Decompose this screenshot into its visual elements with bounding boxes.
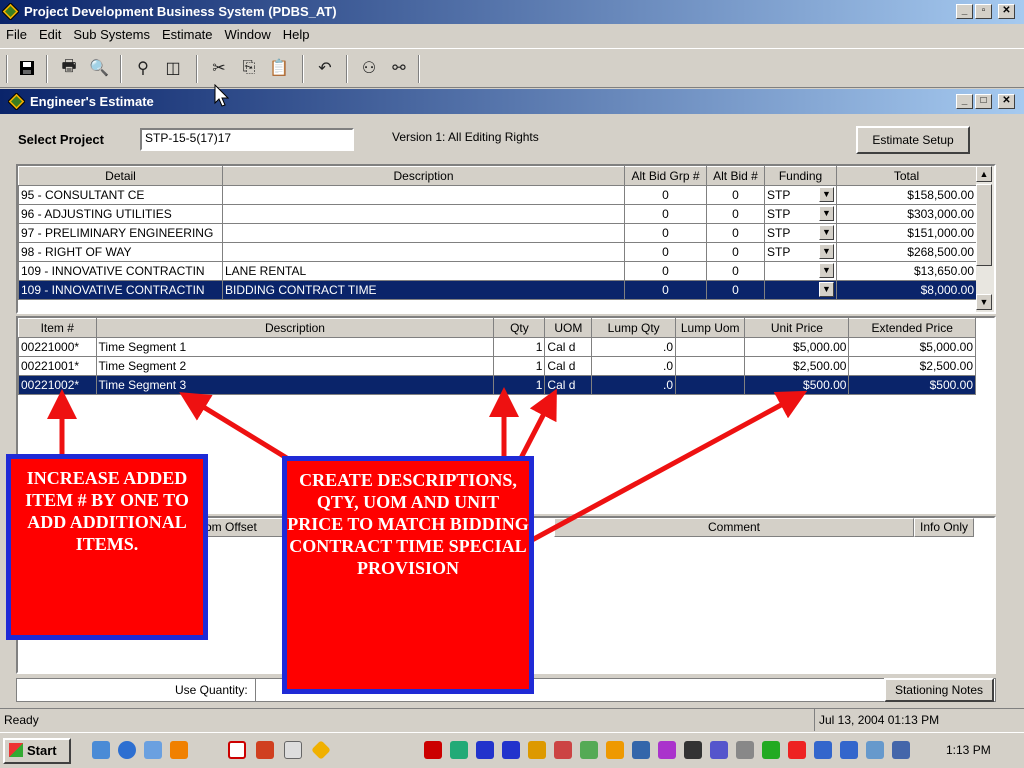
callout-create-descriptions: CREATE DESCRIPTIONS, QTY, UOM AND UNIT P… — [282, 456, 534, 694]
tray-app9-icon[interactable] — [788, 741, 806, 759]
arrow-unit-price — [530, 390, 808, 543]
tray-shield2-icon[interactable] — [502, 741, 520, 759]
tray-gear-icon[interactable] — [528, 741, 546, 759]
start-label: Start — [27, 743, 57, 758]
tray-app12-icon[interactable] — [866, 741, 884, 759]
tray-app7-icon[interactable] — [736, 741, 754, 759]
tray-app2-icon[interactable] — [606, 741, 624, 759]
quicklaunch-desktop-icon[interactable] — [92, 741, 110, 759]
tray-app10-icon[interactable] — [814, 741, 832, 759]
tray-app4-icon[interactable] — [658, 741, 676, 759]
task-powerpoint-icon[interactable] — [256, 741, 274, 759]
arrow-description — [179, 392, 292, 463]
taskbar-clock: 1:13 PM — [946, 743, 991, 757]
windows-logo-icon — [9, 743, 23, 757]
task-pdbs-icon[interactable] — [311, 740, 331, 760]
tray-app8-icon[interactable] — [762, 741, 780, 759]
quicklaunch-media-icon[interactable] — [170, 741, 188, 759]
tray-app6-icon[interactable] — [710, 741, 728, 759]
tray-network-icon[interactable] — [450, 741, 468, 759]
tray-app11-icon[interactable] — [840, 741, 858, 759]
task-grid-icon[interactable] — [228, 741, 246, 759]
quicklaunch-ie-icon[interactable] — [118, 741, 136, 759]
callout-center-text: CREATE DESCRIPTIONS, QTY, UOM AND UNIT P… — [287, 470, 529, 578]
tray-app-icon[interactable] — [580, 741, 598, 759]
callout-increase-item: INCREASE ADDED ITEM # BY ONE TO ADD ADDI… — [6, 454, 208, 640]
quicklaunch-outlook-icon[interactable] — [144, 741, 162, 759]
tray-shield-icon[interactable] — [476, 741, 494, 759]
status-bar: Ready Jul 13, 2004 01:13 PM — [0, 708, 1024, 731]
status-text: Ready — [4, 713, 39, 727]
taskbar: Start 1:13 PM — [0, 732, 1024, 768]
callout-left-text: INCREASE ADDED ITEM # BY ONE TO ADD ADDI… — [25, 468, 189, 554]
task-document-icon[interactable] — [284, 741, 302, 759]
tray-app3-icon[interactable] — [632, 741, 650, 759]
tray-norton-icon[interactable] — [424, 741, 442, 759]
status-datetime: Jul 13, 2004 01:13 PM — [814, 709, 939, 731]
arrow-uom — [517, 388, 557, 462]
tray-app13-icon[interactable] — [892, 741, 910, 759]
tray-app5-icon[interactable] — [684, 741, 702, 759]
start-button[interactable]: Start — [3, 738, 71, 764]
tray-tool-icon[interactable] — [554, 741, 572, 759]
